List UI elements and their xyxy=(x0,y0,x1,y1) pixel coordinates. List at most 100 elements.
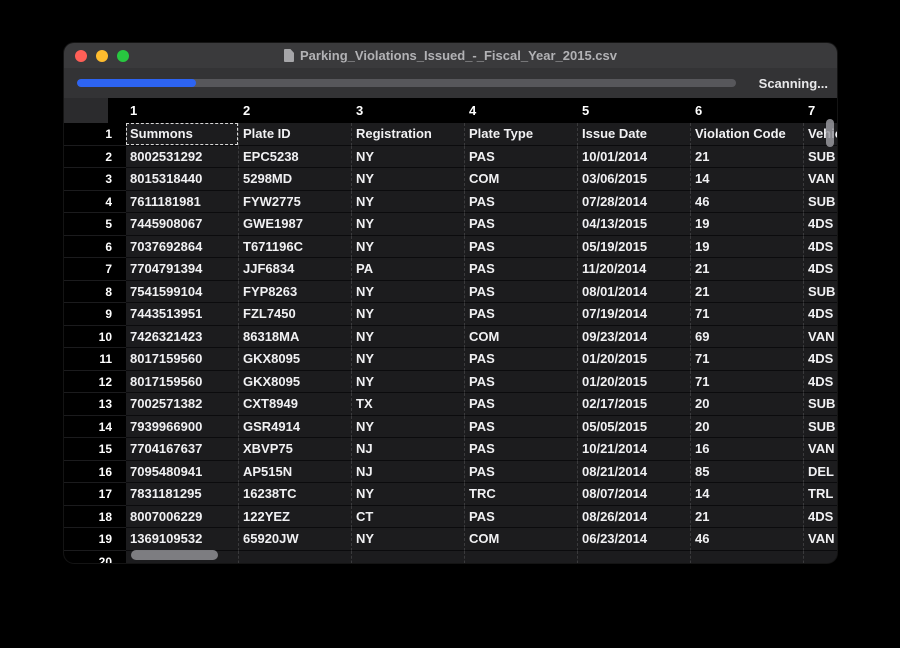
table-cell[interactable]: 08/21/2014 xyxy=(578,461,691,484)
table-cell[interactable]: NY xyxy=(352,191,465,214)
table-cell[interactable] xyxy=(239,551,352,564)
table-cell[interactable]: SUB xyxy=(804,146,837,169)
table-cell[interactable]: Plate Type xyxy=(465,123,578,146)
table-cell[interactable]: SUB xyxy=(804,393,837,416)
table-cell[interactable]: NY xyxy=(352,348,465,371)
row-header[interactable]: 17 xyxy=(64,483,126,506)
table-cell[interactable]: Violation Code xyxy=(691,123,804,146)
table-cell[interactable]: 7541599104 xyxy=(126,281,239,304)
table-cell[interactable]: 06/23/2014 xyxy=(578,528,691,551)
table-cell[interactable]: SUB xyxy=(804,281,837,304)
table-cell[interactable]: 07/28/2014 xyxy=(578,191,691,214)
table-cell[interactable]: 10/21/2014 xyxy=(578,438,691,461)
table-cell[interactable]: 7037692864 xyxy=(126,236,239,259)
table-cell[interactable]: 46 xyxy=(691,528,804,551)
table-cell[interactable]: 16238TC xyxy=(239,483,352,506)
row-header[interactable]: 7 xyxy=(64,258,126,281)
table-cell[interactable]: 4DS xyxy=(804,371,837,394)
table-cell[interactable]: 7445908067 xyxy=(126,213,239,236)
table-cell[interactable]: 86318MA xyxy=(239,326,352,349)
table-cell[interactable]: TX xyxy=(352,393,465,416)
table-cell[interactable]: 7831181295 xyxy=(126,483,239,506)
table-cell[interactable]: Registration xyxy=(352,123,465,146)
table-cell[interactable]: 07/19/2014 xyxy=(578,303,691,326)
row-header[interactable]: 1 xyxy=(64,123,126,146)
window-titlebar[interactable]: Parking_Violations_Issued_-_Fiscal_Year_… xyxy=(64,43,837,68)
table-cell[interactable]: EPC5238 xyxy=(239,146,352,169)
table-cell[interactable] xyxy=(691,551,804,564)
table-cell[interactable]: 5298MD xyxy=(239,168,352,191)
table-cell[interactable]: VAN xyxy=(804,438,837,461)
table-cell[interactable]: 71 xyxy=(691,371,804,394)
row-header[interactable]: 6 xyxy=(64,236,126,259)
table-cell[interactable]: 08/26/2014 xyxy=(578,506,691,529)
table-cell[interactable]: PAS xyxy=(465,281,578,304)
table-cell[interactable]: NY xyxy=(352,281,465,304)
row-header[interactable]: 13 xyxy=(64,393,126,416)
row-header[interactable]: 16 xyxy=(64,461,126,484)
table-cell[interactable]: 21 xyxy=(691,146,804,169)
table-cell[interactable]: VAN xyxy=(804,168,837,191)
table-cell[interactable]: PAS xyxy=(465,303,578,326)
table-cell[interactable]: AP515N xyxy=(239,461,352,484)
table-cell[interactable]: GSR4914 xyxy=(239,416,352,439)
column-header[interactable]: 5 xyxy=(578,98,691,123)
table-cell[interactable]: NY xyxy=(352,371,465,394)
table-cell[interactable]: PAS xyxy=(465,146,578,169)
row-header[interactable]: 14 xyxy=(64,416,126,439)
table-cell[interactable]: TRL xyxy=(804,483,837,506)
table-cell[interactable]: 14 xyxy=(691,168,804,191)
table-cell[interactable]: CXT8949 xyxy=(239,393,352,416)
table-cell[interactable]: NY xyxy=(352,416,465,439)
table-cell[interactable]: PAS xyxy=(465,438,578,461)
table-cell[interactable]: VAN xyxy=(804,528,837,551)
table-cell[interactable]: 8017159560 xyxy=(126,348,239,371)
table-cell[interactable] xyxy=(578,551,691,564)
table-cell[interactable]: 65920JW xyxy=(239,528,352,551)
table-cell[interactable]: 02/17/2015 xyxy=(578,393,691,416)
table-cell[interactable]: FYW2775 xyxy=(239,191,352,214)
table-cell[interactable]: T671196C xyxy=(239,236,352,259)
table-cell[interactable]: 16 xyxy=(691,438,804,461)
table-cell[interactable]: NY xyxy=(352,236,465,259)
row-header[interactable]: 12 xyxy=(64,371,126,394)
table-cell[interactable]: 7704791394 xyxy=(126,258,239,281)
table-cell[interactable]: 8007006229 xyxy=(126,506,239,529)
table-cell[interactable]: NJ xyxy=(352,461,465,484)
table-cell[interactable]: 7443513951 xyxy=(126,303,239,326)
table-cell[interactable]: 71 xyxy=(691,348,804,371)
table-cell[interactable]: 8015318440 xyxy=(126,168,239,191)
table-cell[interactable]: JJF6834 xyxy=(239,258,352,281)
close-button[interactable] xyxy=(75,50,87,62)
column-header[interactable]: 2 xyxy=(239,98,352,123)
table-cell[interactable]: PAS xyxy=(465,348,578,371)
table-cell[interactable]: 71 xyxy=(691,303,804,326)
table-cell[interactable]: 1369109532 xyxy=(126,528,239,551)
table-cell[interactable]: 7426321423 xyxy=(126,326,239,349)
table-cell[interactable]: NY xyxy=(352,303,465,326)
table-cell[interactable]: 7704167637 xyxy=(126,438,239,461)
table-cell[interactable]: 14 xyxy=(691,483,804,506)
table-cell[interactable]: PAS xyxy=(465,213,578,236)
table-cell[interactable]: 04/13/2015 xyxy=(578,213,691,236)
table-cell[interactable]: NY xyxy=(352,146,465,169)
table-cell[interactable]: SUB xyxy=(804,416,837,439)
table-cell[interactable]: 122YEZ xyxy=(239,506,352,529)
horizontal-scrollbar-thumb[interactable] xyxy=(131,550,218,560)
table-cell[interactable]: SUB xyxy=(804,191,837,214)
table-cell[interactable]: 4DS xyxy=(804,258,837,281)
table-cell[interactable]: 8002531292 xyxy=(126,146,239,169)
table-cell[interactable] xyxy=(352,551,465,564)
table-cell[interactable]: PAS xyxy=(465,506,578,529)
table-cell[interactable]: 10/01/2014 xyxy=(578,146,691,169)
table-cell[interactable]: FZL7450 xyxy=(239,303,352,326)
table-cell[interactable]: COM xyxy=(465,528,578,551)
table-cell[interactable]: 03/06/2015 xyxy=(578,168,691,191)
table-cell[interactable]: PAS xyxy=(465,191,578,214)
row-header[interactable]: 5 xyxy=(64,213,126,236)
table-cell[interactable]: FYP8263 xyxy=(239,281,352,304)
column-header[interactable]: 1 xyxy=(126,98,239,123)
table-cell[interactable]: COM xyxy=(465,168,578,191)
select-all-corner[interactable] xyxy=(64,98,108,123)
table-cell[interactable]: CT xyxy=(352,506,465,529)
